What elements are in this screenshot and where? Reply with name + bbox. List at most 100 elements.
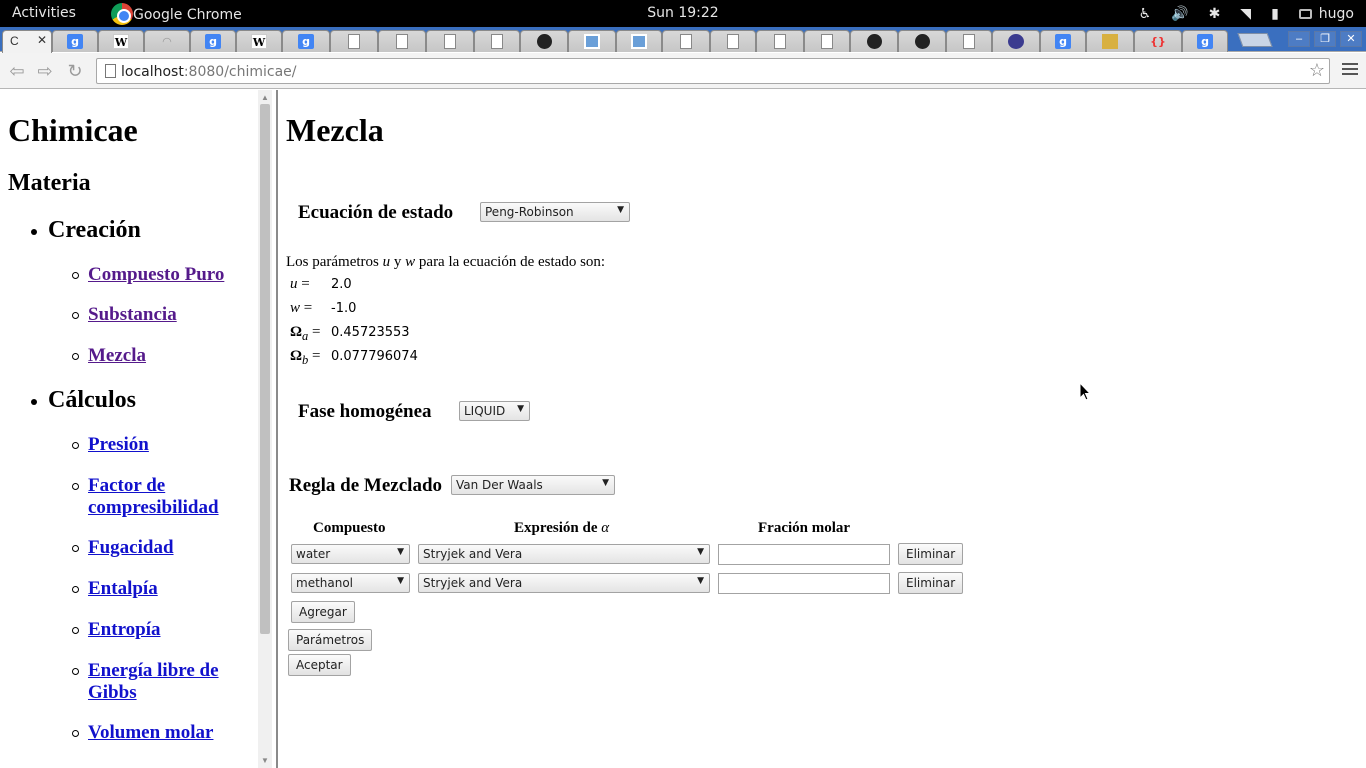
tab-google[interactable]: g bbox=[52, 30, 98, 52]
compound-select[interactable]: methanol ▼ bbox=[291, 573, 410, 593]
tab-wikipedia[interactable]: W bbox=[236, 30, 282, 52]
tab-google[interactable]: g bbox=[1182, 30, 1228, 52]
circle-bullet-icon bbox=[72, 272, 79, 279]
nav-link-presion[interactable]: Presión bbox=[72, 434, 149, 456]
star-icon[interactable]: ☆ bbox=[1309, 60, 1325, 81]
tab-document[interactable] bbox=[756, 30, 804, 52]
tab-google[interactable]: g bbox=[1040, 30, 1086, 52]
molar-fraction-input[interactable] bbox=[718, 573, 890, 594]
dropdown-caret-icon: ▼ bbox=[602, 478, 609, 488]
tab-github[interactable] bbox=[520, 30, 568, 52]
tab-orb[interactable] bbox=[992, 30, 1040, 52]
wifi-icon[interactable]: ◥ bbox=[1240, 6, 1251, 22]
window-close-button[interactable]: ✕ bbox=[1340, 31, 1362, 47]
scroll-up-icon[interactable]: ▲ bbox=[261, 93, 269, 102]
tab-document[interactable] bbox=[662, 30, 710, 52]
nav-section-title: Creación bbox=[48, 217, 141, 243]
hamburger-menu-icon[interactable] bbox=[1342, 63, 1358, 78]
tab-document[interactable] bbox=[426, 30, 474, 52]
remove-button[interactable]: Eliminar bbox=[898, 572, 964, 594]
nav-link-entalpia[interactable]: Entalpía bbox=[72, 578, 158, 600]
close-icon[interactable]: ✕ bbox=[37, 33, 47, 47]
tab-document[interactable] bbox=[474, 30, 520, 52]
phase-select[interactable]: LIQUID ▼ bbox=[459, 401, 530, 421]
tab-document[interactable] bbox=[710, 30, 756, 52]
tab-page[interactable]: ◠ bbox=[144, 30, 190, 52]
params-intro: Los parámetros u y w para la ecuación de… bbox=[286, 254, 605, 271]
tab-title: C bbox=[10, 34, 19, 48]
compound-select[interactable]: water ▼ bbox=[291, 544, 410, 564]
tab-document[interactable] bbox=[804, 30, 850, 52]
tab-google[interactable]: g bbox=[282, 30, 330, 52]
nav-link-compuesto-puro[interactable]: Compuesto Puro bbox=[72, 264, 224, 286]
battery-icon[interactable]: ▮ bbox=[1271, 6, 1279, 22]
app-menu[interactable]: Google Chrome bbox=[111, 3, 242, 25]
nav-link-factor-compresibilidad[interactable]: Factor de compresibilidad bbox=[72, 475, 228, 519]
clock[interactable]: Sun 19:22 bbox=[647, 5, 718, 21]
nav-link-energia-libre-gibbs[interactable]: Energía libre de Gibbs bbox=[72, 660, 228, 704]
remove-button[interactable]: Eliminar bbox=[898, 543, 964, 565]
document-icon bbox=[396, 34, 408, 49]
nav-link-substancia[interactable]: Substancia bbox=[72, 304, 177, 326]
volume-icon[interactable]: 🔊 bbox=[1171, 6, 1188, 22]
maximize-button[interactable]: ❐ bbox=[1314, 31, 1336, 47]
tab-stack[interactable] bbox=[1086, 30, 1134, 52]
tab-active[interactable]: C ✕ bbox=[2, 30, 52, 53]
user-menu[interactable]: hugo bbox=[1298, 6, 1354, 22]
address-bar[interactable]: localhost:8080/chimicae/ ☆ bbox=[96, 58, 1330, 84]
param-name: Ωa = bbox=[290, 324, 321, 343]
tab-github[interactable] bbox=[898, 30, 946, 52]
alpha-select[interactable]: Stryjek and Vera ▼ bbox=[418, 544, 710, 564]
dropdown-caret-icon: ▼ bbox=[517, 404, 524, 414]
tab-wikipedia[interactable]: W bbox=[98, 30, 144, 52]
tab-image[interactable] bbox=[568, 30, 616, 52]
nav-link-label: Fugacidad bbox=[88, 537, 174, 558]
page-icon bbox=[105, 64, 116, 78]
tab-image[interactable] bbox=[616, 30, 662, 52]
nav-section-creacion: Creación bbox=[31, 217, 141, 244]
forward-arrow-icon[interactable]: ⇨ bbox=[34, 60, 56, 82]
nav-link-entropia[interactable]: Entropía bbox=[72, 619, 161, 641]
tab-github[interactable] bbox=[850, 30, 898, 52]
param-name: Ωb = bbox=[290, 348, 321, 367]
url-path: :8080/chimicae/ bbox=[183, 64, 297, 80]
nav-link-label: Energía libre de Gibbs bbox=[88, 660, 219, 703]
molar-fraction-input[interactable] bbox=[718, 544, 890, 565]
nav-link-fugacidad[interactable]: Fugacidad bbox=[72, 537, 174, 559]
nav-link-label: Volumen molar bbox=[88, 722, 214, 743]
google-icon: g bbox=[205, 34, 221, 49]
accessibility-icon[interactable]: ♿ bbox=[1139, 6, 1152, 22]
tab-google[interactable]: g bbox=[190, 30, 236, 52]
tab-document[interactable] bbox=[378, 30, 426, 52]
accept-button[interactable]: Aceptar bbox=[288, 654, 351, 676]
eos-select[interactable]: Peng-Robinson ▼ bbox=[480, 202, 630, 222]
sidebar-scrollbar[interactable]: ▲ ▼ bbox=[258, 90, 272, 768]
new-tab-button[interactable] bbox=[1237, 33, 1273, 47]
braces-icon: {} bbox=[1150, 35, 1166, 48]
nav-link-label: Entalpía bbox=[88, 578, 158, 599]
activities-button[interactable]: Activities bbox=[12, 5, 76, 21]
scroll-down-icon[interactable]: ▼ bbox=[261, 756, 269, 765]
back-arrow-icon[interactable]: ⇦ bbox=[6, 60, 28, 82]
reload-icon[interactable]: ↻ bbox=[64, 60, 86, 82]
params-intro-and: y bbox=[390, 254, 406, 270]
page-title: Mezcla bbox=[286, 112, 384, 148]
parameters-button[interactable]: Parámetros bbox=[288, 629, 373, 651]
nav-link-volumen-molar[interactable]: Volumen molar bbox=[72, 722, 214, 744]
scrollbar-thumb[interactable] bbox=[260, 104, 270, 634]
bluetooth-icon[interactable]: ✱ bbox=[1209, 6, 1221, 22]
tab-document[interactable] bbox=[330, 30, 378, 52]
tab-json[interactable]: {} bbox=[1134, 30, 1182, 52]
alpha-select[interactable]: Stryjek and Vera ▼ bbox=[418, 573, 710, 593]
nav-link-label: Substancia bbox=[88, 304, 177, 325]
tab-document[interactable] bbox=[946, 30, 992, 52]
param-value: 0.45723553 bbox=[331, 325, 410, 340]
column-header-alpha: Expresión de α bbox=[514, 520, 610, 536]
mix-rule-select[interactable]: Van Der Waals ▼ bbox=[451, 475, 615, 495]
url-text[interactable]: localhost:8080/chimicae/ bbox=[121, 64, 297, 80]
document-icon bbox=[444, 34, 456, 49]
nav-link-mezcla[interactable]: Mezcla bbox=[72, 345, 146, 367]
circle-bullet-icon bbox=[72, 545, 79, 552]
minimize-button[interactable]: – bbox=[1288, 31, 1310, 47]
add-button[interactable]: Agregar bbox=[291, 601, 355, 623]
